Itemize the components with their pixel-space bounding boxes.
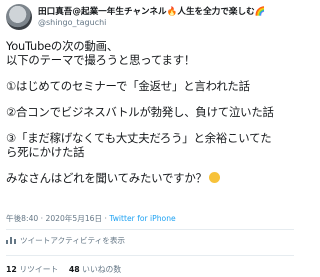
- tweet-meta: 午後8:40 · 2020年5月16日 · Twitter for iPhone: [6, 213, 176, 224]
- avatar[interactable]: [6, 4, 32, 30]
- tweet-item-3: ③「まだ稼げなくても大丈夫だろう」と余裕こいてた: [6, 130, 272, 145]
- tweet-item-1: ①はじめてのセミナーで「金返せ」と言われた話: [6, 79, 250, 94]
- author-handle[interactable]: @shingo_taguchi: [38, 18, 106, 27]
- tweet-line: YouTubeの次の動画、: [6, 39, 119, 53]
- likes-stat[interactable]: 48 いいねの数: [69, 265, 121, 274]
- closing-text: みなさんはどれを聞いてみたいですか？: [6, 170, 207, 185]
- timestamp[interactable]: 午後8:40 · 2020年5月16日 ·: [6, 214, 109, 223]
- divider: [6, 255, 294, 256]
- grinning-face-icon: [208, 171, 220, 183]
- bar-chart-icon: [6, 237, 16, 244]
- likes-label: いいねの数: [79, 265, 122, 274]
- tweet-stats: 12 リツイート 48 いいねの数: [6, 264, 121, 275]
- tweet-item-3-cont: ら死にかけた話: [6, 144, 85, 159]
- retweets-stat[interactable]: 12 リツイート: [6, 265, 58, 274]
- tweet-header: 田口真吾@起業一年生チャンネル🔥人生を全力で楽しむ🌈 @shingo_taguc…: [6, 2, 296, 32]
- divider: [6, 229, 294, 230]
- retweets-count: 12: [6, 265, 17, 274]
- view-activity-link[interactable]: ツイートアクティビティを表示: [6, 235, 125, 246]
- tweet-text: YouTubeの次の動画、 以下のテーマで撮ろうと思ってます！ ①はじめてのセミ…: [6, 39, 296, 185]
- source-link[interactable]: Twitter for iPhone: [109, 214, 175, 223]
- tweet-closing: みなさんはどれを聞いてみたいですか？: [6, 171, 296, 185]
- activity-label: ツイートアクティビティを表示: [20, 236, 126, 245]
- author-name[interactable]: 田口真吾@起業一年生チャンネル🔥人生を全力で楽しむ🌈: [38, 5, 265, 17]
- likes-count: 48: [68, 265, 80, 274]
- tweet-line: 以下のテーマで撮ろうと思ってます！: [6, 53, 196, 68]
- tweet-item-2: ②合コンでビジネスバトルが勃発し、負けて泣いた話: [6, 104, 274, 119]
- retweets-label: リツイート: [16, 265, 59, 274]
